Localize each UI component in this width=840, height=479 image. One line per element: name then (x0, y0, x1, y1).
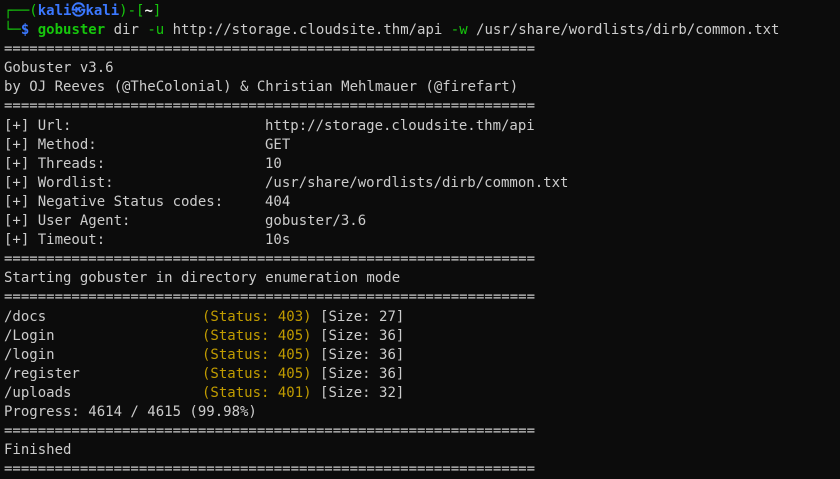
config-row: [+] Threads: 10 (4, 155, 840, 174)
results-list: /docs (Status: 403) [Size: 27] /Login (Stat… (4, 308, 840, 403)
result-path: /register (4, 365, 80, 382)
config-label: [+] Threads: (4, 155, 106, 172)
config-value: 10s (265, 232, 291, 249)
config-row: [+] Method: GET (4, 136, 840, 155)
result-row: /uploads (Status: 401) [Size: 32] (4, 384, 840, 403)
prompt-at-symbol: ㉿ (71, 3, 86, 19)
config-label: [+] User Agent: (4, 213, 131, 230)
prompt-dollar: $ (20, 22, 30, 39)
command-args: dir -u http://storage.cloudsite.thm/api … (105, 22, 780, 39)
prompt-host: kali (85, 3, 120, 19)
result-row: /Login (Status: 405) [Size: 36] (4, 327, 840, 346)
prompt-user: kali (37, 3, 72, 19)
result-status: (Status: 405) (202, 346, 312, 363)
result-size: [Size: 27] (320, 308, 405, 325)
result-status: (Status: 401) (202, 384, 312, 401)
config-row: [+] Wordlist: /usr/share/wordlists/dirb/c… (4, 174, 840, 193)
config-value: /usr/share/wordlists/dirb/common.txt (265, 174, 569, 191)
result-size: [Size: 36] (320, 327, 405, 344)
finished-text: Finished (4, 442, 72, 459)
config-label: [+] Wordlist: (4, 174, 114, 191)
result-path: /uploads (4, 384, 72, 401)
separator: ========================================… (4, 251, 536, 268)
config-label: [+] Timeout: (4, 232, 106, 249)
result-size: [Size: 36] (320, 346, 405, 363)
config-row: [+] Timeout: 10s (4, 231, 840, 250)
prompt-line-top: ┌──(kali㉿kali)-[~] (4, 2, 840, 21)
prompt-corner-top: ┌──( (4, 3, 38, 19)
command-program: gobuster (37, 22, 106, 39)
result-size: [Size: 36] (320, 365, 405, 382)
separator: ========================================… (4, 289, 536, 306)
prompt-corner-bottom: └─ (4, 22, 21, 39)
prompt-dir: ~ (144, 3, 153, 19)
mode-text: Starting gobuster in directory enumerati… (4, 270, 401, 287)
config-label: [+] Negative Status codes: (4, 193, 224, 210)
config-value: 404 (265, 193, 291, 210)
result-status: (Status: 405) (202, 327, 312, 344)
result-path: /docs (4, 308, 47, 325)
command-line: └─$ gobuster dir -u http://storage.cloud… (4, 21, 840, 40)
terminal-window[interactable]: ┌──(kali㉿kali)-[~] └─$ gobuster dir -u h… (0, 0, 840, 479)
config-label: [+] Method: (4, 136, 97, 153)
result-row: /register (Status: 405) [Size: 36] (4, 365, 840, 384)
config-value: http://storage.cloudsite.thm/api (265, 117, 535, 134)
result-size: [Size: 32] (320, 384, 405, 401)
command-arg: /usr/share/wordlists/dirb/common.txt (467, 22, 780, 39)
result-status: (Status: 403) (202, 308, 312, 325)
config-row: [+] User Agent: gobuster/3.6 (4, 212, 840, 231)
prompt-bracket-close: ] (152, 3, 162, 19)
separator: ========================================… (4, 98, 536, 115)
separator: ========================================… (4, 461, 536, 478)
prompt-bracket: )-[ (119, 3, 145, 19)
config-label: [+] Url: (4, 117, 72, 134)
config-value: gobuster/3.6 (265, 213, 367, 230)
banner-authors: by OJ Reeves (@TheColonial) & Christian … (4, 79, 519, 96)
command-flag: -w (450, 22, 468, 39)
separator: ========================================… (4, 423, 536, 440)
command-arg: http://storage.cloudsite.thm/api (164, 22, 451, 39)
result-path: /Login (4, 327, 55, 344)
progress-text: Progress: 4614 / 4615 (99.98%) (4, 403, 257, 420)
separator: ========================================… (4, 41, 536, 58)
result-row: /docs (Status: 403) [Size: 27] (4, 308, 840, 327)
config-value: 10 (265, 155, 282, 172)
command-arg: dir (105, 22, 148, 39)
config-row: [+] Url: http://storage.cloudsite.thm/api (4, 117, 840, 136)
result-path: /login (4, 346, 55, 363)
result-status: (Status: 405) (202, 365, 312, 382)
config-list: [+] Url: http://storage.cloudsite.thm/api… (4, 117, 840, 251)
result-row: /login (Status: 405) [Size: 36] (4, 346, 840, 365)
command-flag: -u (147, 22, 165, 39)
banner-title: Gobuster v3.6 (4, 60, 114, 77)
config-value: GET (265, 136, 291, 153)
config-row: [+] Negative Status codes: 404 (4, 193, 840, 212)
